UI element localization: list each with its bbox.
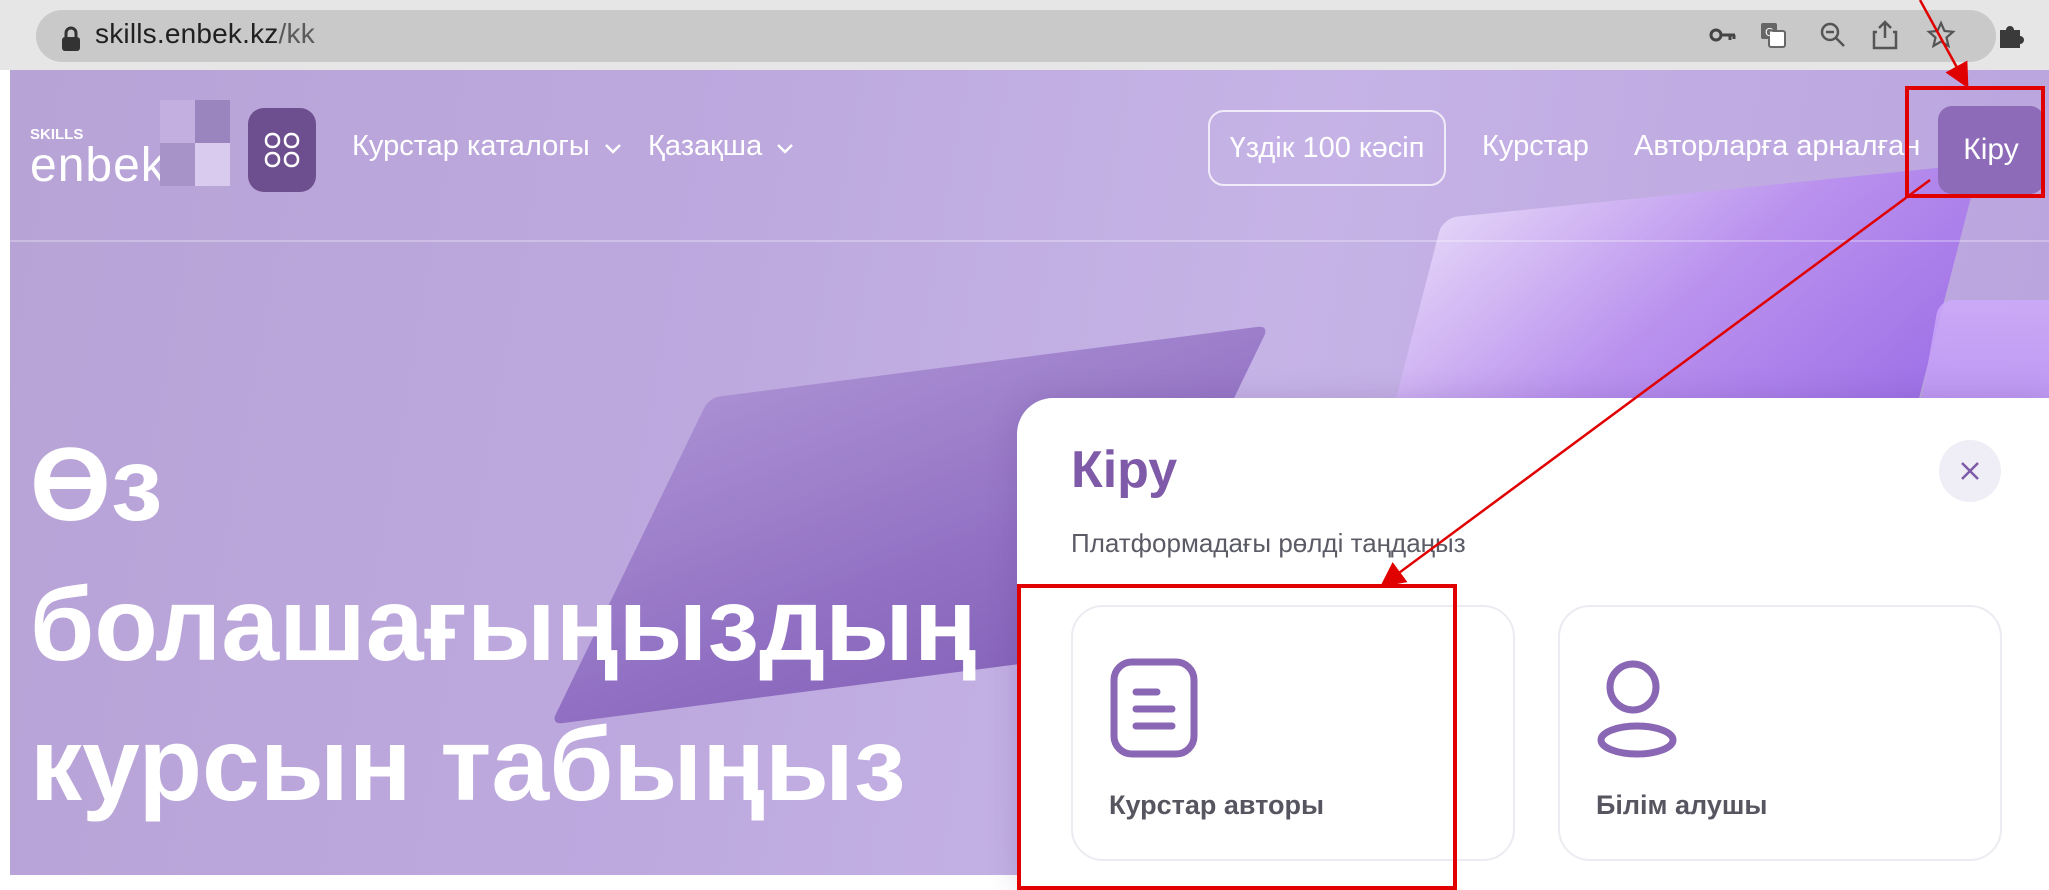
key-icon[interactable]: [1706, 18, 1740, 52]
star-icon[interactable]: [1924, 18, 1958, 52]
nav-language-label: Қазақша: [648, 130, 763, 162]
translate-icon[interactable]: G: [1756, 18, 1790, 52]
nav-catalog-label: Курстар каталогы: [352, 130, 590, 162]
url-path: /kk: [278, 18, 315, 49]
nav-courses-link[interactable]: Курстар: [1482, 130, 1589, 163]
page: skills.enbek.kz/kk G SKILLS enbek Курста…: [0, 0, 2049, 890]
hero-title-line-1: Өз: [30, 427, 163, 543]
nav-for-authors-label: Авторларға арналған: [1634, 130, 1921, 162]
annotation-box-author-card: [1017, 584, 1457, 890]
chevron-down-icon: [604, 144, 621, 154]
hero-title: Өз болашағыңыздың курсын табыңыз: [30, 415, 1030, 835]
url-text[interactable]: skills.enbek.kz/kk: [95, 18, 315, 50]
address-bar[interactable]: [36, 10, 1996, 62]
modal-close-button[interactable]: [1939, 440, 2001, 502]
nav-language-dropdown[interactable]: Қазақша: [648, 130, 794, 163]
chevron-down-icon: [777, 144, 794, 154]
header-divider: [10, 240, 2049, 242]
modal-title: Кіру: [1071, 441, 1178, 499]
svg-text:G: G: [1765, 26, 1774, 39]
logo-enbek-text: enbek: [30, 139, 166, 192]
nav-catalog-dropdown[interactable]: Курстар каталогы: [352, 130, 622, 163]
browser-toolbar: skills.enbek.kz/kk G: [0, 0, 2049, 70]
hero-title-line-3: курсын табыңыз: [30, 707, 906, 823]
share-icon[interactable]: [1868, 18, 1902, 52]
role-card-learner[interactable]: Білім алушы: [1558, 605, 2002, 861]
extensions-icon[interactable]: [1994, 18, 2028, 52]
top100-professions-button[interactable]: Үздік 100 кәсіп: [1208, 110, 1446, 186]
modal-subtitle: Платформадағы рөлді таңдаңыз: [1071, 528, 1466, 558]
apps-menu-button[interactable]: [248, 108, 316, 192]
site-logo[interactable]: SKILLS enbek: [30, 100, 230, 200]
nav-for-authors-link[interactable]: Авторларға арналған: [1634, 130, 1920, 163]
url-host: skills.enbek.kz: [95, 18, 279, 49]
annotation-box-login: [1905, 86, 2045, 198]
zoom-out-icon[interactable]: [1816, 18, 1850, 52]
close-icon: [1961, 462, 1979, 480]
role-label-learner: Білім алушы: [1596, 790, 1768, 820]
top100-label: Үздік 100 кәсіп: [1229, 131, 1425, 164]
logo-mark-icon: [160, 100, 230, 186]
grid-icon: [264, 132, 300, 168]
nav-courses-label: Курстар: [1482, 130, 1589, 162]
hero-title-line-2: болашағыңыздың: [30, 567, 977, 683]
lock-icon: [62, 26, 80, 51]
user-icon: [1597, 660, 1677, 758]
